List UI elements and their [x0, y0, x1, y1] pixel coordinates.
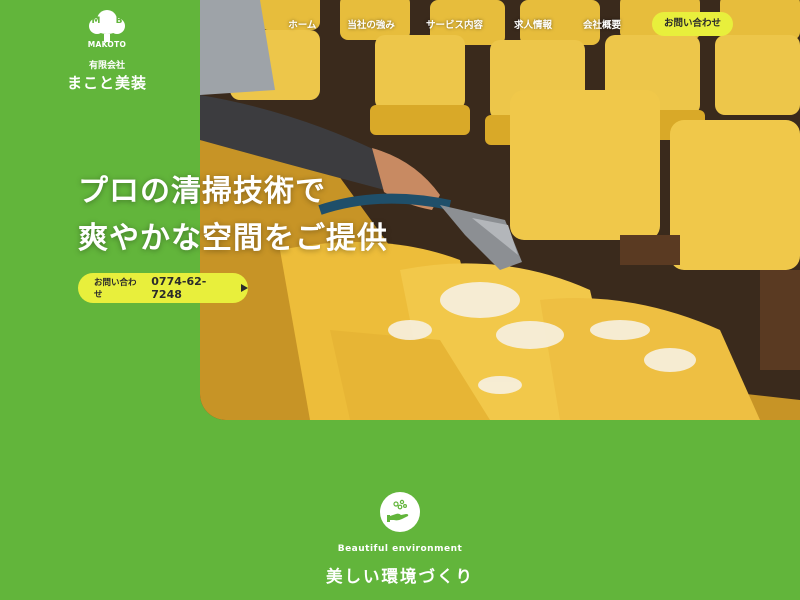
nav-contact-button[interactable]: お問い合わせ: [651, 12, 733, 36]
nav-item-company[interactable]: 会社概要: [583, 17, 621, 31]
clean-hand-icon: [380, 492, 420, 532]
nav-item-recruit[interactable]: 求人情報: [514, 17, 552, 31]
section-title: 美しい環境づくり: [326, 567, 474, 586]
section-subtitle: Beautiful environment: [337, 544, 463, 554]
hero-headline-line2: 爽やかな空間をご提供: [78, 221, 388, 256]
site-logo[interactable]: M B MAKOTO 有限会社 まこと美装: [62, 10, 152, 93]
tree-logo-icon: M B MAKOTO: [85, 10, 129, 50]
main-nav: ホーム 当社の強み サービス内容 求人情報 会社概要 お問い合わせ: [288, 12, 800, 36]
company-name: まこと美装: [66, 74, 147, 92]
nav-item-services[interactable]: サービス内容: [426, 17, 483, 31]
cta-label: お問い合わせ: [94, 278, 137, 300]
cta-phone-number: 0774-62-7248: [151, 275, 207, 301]
logo-wordmark: MAKOTO: [87, 40, 127, 49]
logo-mark-letters: M B: [91, 16, 129, 26]
nav-item-strengths[interactable]: 当社の強み: [347, 17, 395, 31]
hero-headline-line1: プロの清掃技術で: [78, 174, 326, 209]
contact-phone-button[interactable]: お問い合わせ 0774-62-7248: [78, 273, 248, 303]
nav-item-home[interactable]: ホーム: [288, 17, 316, 31]
arrow-right-icon: [241, 284, 248, 292]
hero-headline: プロの清掃技術で 爽やかな空間をご提供: [78, 168, 388, 262]
company-type: 有限会社: [88, 61, 125, 71]
